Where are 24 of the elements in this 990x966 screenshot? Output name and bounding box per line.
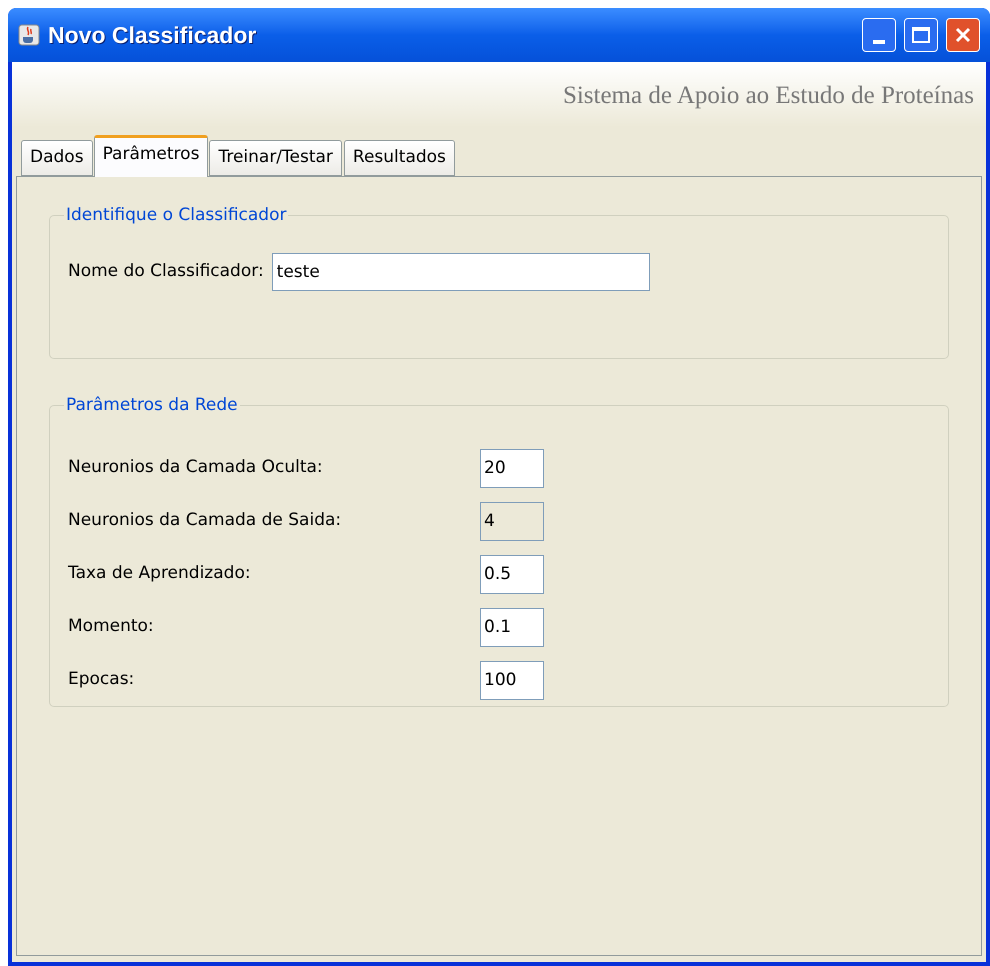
number-field[interactable]: 100 bbox=[480, 660, 544, 700]
field-label: Neuronios da Camada Oculta: bbox=[68, 456, 324, 480]
field-label: Neuronios da Camada de Saida: bbox=[68, 509, 342, 532]
number-field[interactable]: 20 bbox=[480, 448, 544, 488]
field-label: Epocas: bbox=[68, 668, 136, 692]
classifier-name-field[interactable]: teste bbox=[272, 252, 650, 290]
minimize-button[interactable] bbox=[862, 18, 896, 52]
app-header: Sistema de Apoio ao Estudo de Proteínas bbox=[562, 81, 974, 112]
number-field[interactable]: 0.1 bbox=[480, 608, 544, 646]
tab[interactable]: Resultados bbox=[344, 140, 455, 176]
field-label: Nome do Classificador: bbox=[68, 260, 264, 283]
tab[interactable]: Treinar/Testar bbox=[209, 140, 342, 176]
tab[interactable]: Parâmetros bbox=[94, 135, 208, 177]
number-field[interactable]: 0.5 bbox=[480, 554, 544, 594]
tab[interactable]: Dados bbox=[21, 140, 93, 176]
group-title: Identifique o Classificador bbox=[65, 204, 288, 227]
window-title: Novo Classificador bbox=[48, 20, 256, 50]
field-label: Momento: bbox=[68, 615, 155, 638]
field-label: Taxa de Aprendizado: bbox=[68, 562, 252, 586]
close-icon bbox=[954, 26, 972, 44]
java-cup-icon bbox=[18, 24, 40, 46]
maximize-button[interactable] bbox=[904, 18, 938, 52]
close-button[interactable] bbox=[946, 18, 980, 52]
group-title: Parâmetros da Rede bbox=[65, 394, 239, 417]
